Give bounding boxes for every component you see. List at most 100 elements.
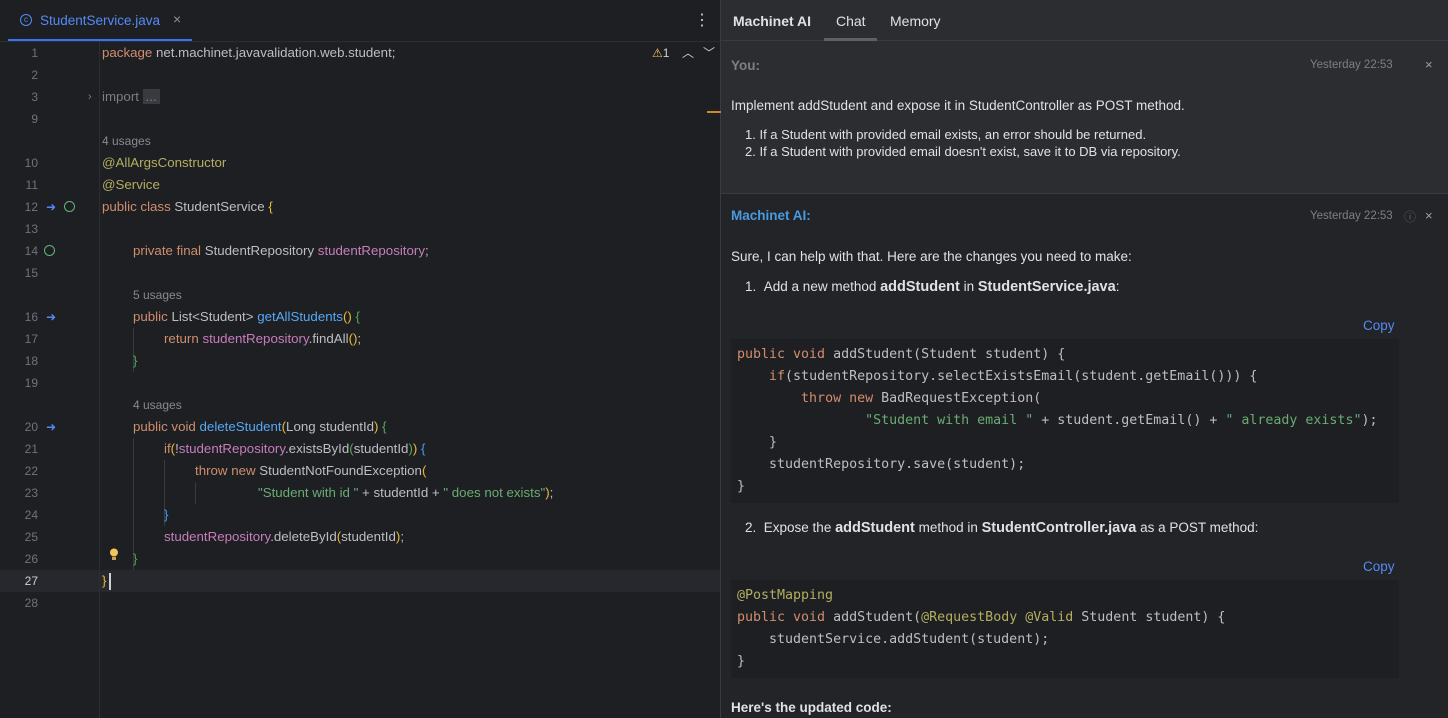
close-tab-icon[interactable]: × xyxy=(173,11,181,27)
user-message-text: Implement addStudent and expose it in St… xyxy=(731,98,1185,113)
usages-hint[interactable]: 4 usages xyxy=(133,394,182,416)
line-number[interactable]: 2 xyxy=(0,64,38,86)
code-line-18[interactable]: } xyxy=(133,350,137,372)
line-number[interactable]: 15 xyxy=(0,262,38,284)
usages-hint[interactable]: 5 usages xyxy=(133,284,182,306)
code-block-line: public void addStudent(Student student) … xyxy=(737,347,1066,362)
code-line-11[interactable]: @Service xyxy=(102,174,160,196)
indent-guide xyxy=(195,482,196,504)
code-line-17[interactable]: return studentRepository.findAll(); xyxy=(164,328,361,350)
code-line-26[interactable]: } xyxy=(133,548,137,570)
user-message-time: Yesterday 22:53 xyxy=(1310,59,1393,71)
line-number[interactable]: 16 xyxy=(0,306,38,328)
tab-studentservice[interactable]: c StudentService.java × xyxy=(8,0,192,41)
line-number[interactable]: 22 xyxy=(0,460,38,482)
line-number[interactable]: 12 xyxy=(0,196,38,218)
spring-bean-icon[interactable] xyxy=(44,245,55,256)
ai-label: Machinet AI: xyxy=(731,208,811,223)
code-line-27[interactable]: } xyxy=(102,570,106,592)
chevron-up-icon[interactable]: ︿ xyxy=(682,44,694,61)
change-marker xyxy=(707,111,721,113)
panel-tab-bar: Machinet AI Chat Memory xyxy=(721,0,1448,41)
code-block-line: } xyxy=(737,479,746,494)
copy-button[interactable]: Copy xyxy=(1363,318,1395,333)
step-2: 2. Expose the addStudent method in Stude… xyxy=(745,520,1259,536)
warning-icon: ⚠ xyxy=(652,46,663,60)
code-block-1[interactable]: public void addStudent(Student student) … xyxy=(731,339,1399,503)
line-number[interactable]: 14 xyxy=(0,240,38,262)
line-number[interactable]: 3 xyxy=(0,86,38,108)
code-block-line: throw new BadRequestException( xyxy=(801,391,1042,406)
panel-title: Machinet AI xyxy=(733,13,812,29)
code-line-3[interactable]: import ... xyxy=(102,86,160,108)
fold-chevron-icon[interactable]: › xyxy=(88,86,92,108)
code-line-14[interactable]: private final StudentRepository studentR… xyxy=(133,240,429,262)
ai-message-time: Yesterday 22:53 xyxy=(1310,210,1393,222)
line-number[interactable]: 11 xyxy=(0,174,38,196)
code-block-line: } xyxy=(737,435,778,450)
line-number[interactable]: 18 xyxy=(0,350,38,372)
line-number[interactable]: 26 xyxy=(0,548,38,570)
chevron-down-icon[interactable]: ﹀ xyxy=(703,44,715,61)
code-editor[interactable]: c StudentService.java × ⋮ 1 2 3 9 10 11 12 13 14… xyxy=(0,0,720,718)
step-1: 1. Add a new method addStudent in Studen… xyxy=(745,279,1120,295)
line-number[interactable]: 17 xyxy=(0,328,38,350)
line-number[interactable]: 10 xyxy=(0,152,38,174)
implemented-arrow-icon[interactable]: ➜ xyxy=(46,306,56,328)
copy-button[interactable]: Copy xyxy=(1363,559,1395,574)
user-list-item: 2. If a Student with provided email does… xyxy=(745,144,1181,159)
spring-bean-icon[interactable] xyxy=(64,201,75,212)
implemented-arrow-icon[interactable]: ➜ xyxy=(46,416,56,438)
user-label: You: xyxy=(731,58,760,73)
code-block-line: } xyxy=(737,654,746,669)
close-icon[interactable]: × xyxy=(1425,208,1433,223)
tab-memory[interactable]: Memory xyxy=(890,13,941,29)
usages-hint[interactable]: 4 usages xyxy=(102,130,151,152)
code-line-21[interactable]: if(!studentRepository.existsById(student… xyxy=(164,438,425,460)
code-block-line: studentService.addStudent(student); xyxy=(737,632,1050,647)
code-line-16[interactable]: public List<Student> getAllStudents() { xyxy=(133,306,360,328)
code-line-20[interactable]: public void deleteStudent(Long studentId… xyxy=(133,416,387,438)
current-line-highlight xyxy=(0,570,720,592)
line-number[interactable]: 19 xyxy=(0,372,38,394)
line-number[interactable]: 25 xyxy=(0,526,38,548)
tab-chat[interactable]: Chat xyxy=(824,0,877,41)
ai-outro: Here's the updated code: xyxy=(731,700,892,715)
code-block-line: if(studentRepository.selectExistsEmail(s… xyxy=(769,369,1258,384)
code-line-25[interactable]: studentRepository.deleteById(studentId); xyxy=(164,526,404,548)
line-number[interactable]: 1 xyxy=(0,42,38,64)
line-number[interactable]: 21 xyxy=(0,438,38,460)
more-options-icon[interactable]: ⋮ xyxy=(694,10,710,30)
code-line-24[interactable]: } xyxy=(164,504,168,526)
close-icon[interactable]: × xyxy=(1425,57,1433,72)
line-number[interactable]: 9 xyxy=(0,108,38,130)
warning-count: 1 xyxy=(662,46,670,60)
code-line-22[interactable]: throw new StudentNotFoundException( xyxy=(195,460,426,482)
class-icon: c xyxy=(20,14,32,26)
line-number[interactable]: 28 xyxy=(0,592,38,614)
code-block-line: public void addStudent(@RequestBody @Val… xyxy=(737,610,1226,625)
code-line-10[interactable]: @AllArgsConstructor xyxy=(102,152,226,174)
line-number[interactable]: 20 xyxy=(0,416,38,438)
code-line-12[interactable]: public class StudentService { xyxy=(102,196,273,218)
code-block-line: "Student with email " + student.getEmail… xyxy=(865,413,1378,428)
line-number[interactable]: 24 xyxy=(0,504,38,526)
info-icon[interactable]: ⓘ xyxy=(1404,208,1416,225)
gutter-separator xyxy=(99,42,100,718)
warning-indicator[interactable]: ⚠1 xyxy=(652,46,669,60)
code-block-line: @PostMapping xyxy=(737,588,834,603)
code-block-2[interactable]: @PostMapping public void addStudent(@Req… xyxy=(731,580,1399,678)
editor-tab-bar: c StudentService.java × ⋮ xyxy=(0,0,720,42)
line-number[interactable]: 27 xyxy=(0,570,38,592)
code-line-1[interactable]: package net.machinet.javavalidation.web.… xyxy=(102,42,395,64)
user-list-item: 1. If a Student with provided email exis… xyxy=(745,127,1147,142)
code-line-23[interactable]: "Student with id " + studentId + " does … xyxy=(258,482,553,504)
implemented-arrow-icon[interactable]: ➜ xyxy=(46,196,56,218)
code-block-line: studentRepository.save(student); xyxy=(737,457,1026,472)
text-caret xyxy=(109,573,111,590)
line-number[interactable]: 23 xyxy=(0,482,38,504)
tab-title: StudentService.java xyxy=(40,13,161,28)
line-number[interactable]: 13 xyxy=(0,218,38,240)
tab-chat-label: Chat xyxy=(836,13,866,29)
lightbulb-icon[interactable] xyxy=(109,548,119,561)
